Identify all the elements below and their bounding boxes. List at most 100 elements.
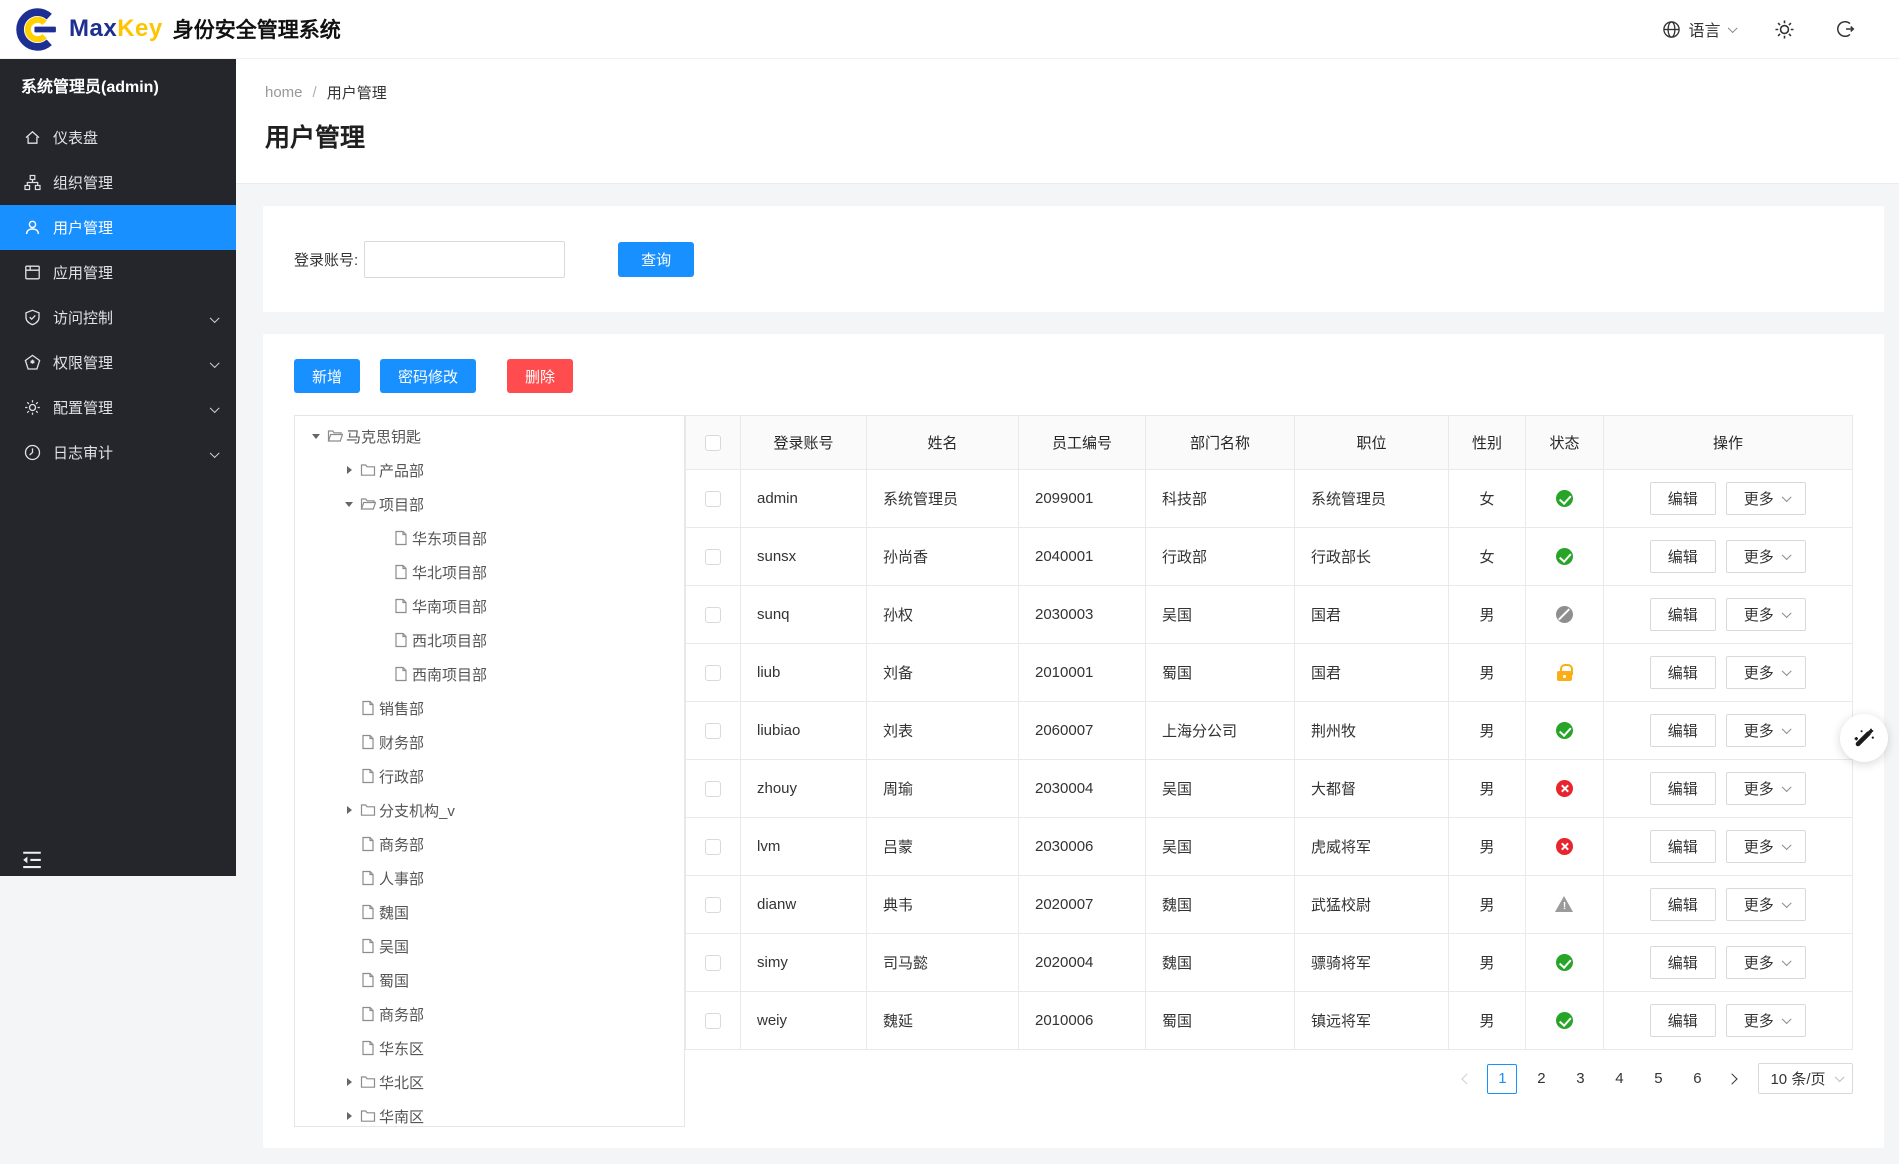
- tree-node[interactable]: 商务部: [295, 827, 684, 861]
- cell-name: 周瑜: [866, 759, 1019, 818]
- more-button[interactable]: 更多: [1725, 772, 1807, 805]
- logout-icon[interactable]: [1835, 19, 1855, 39]
- sidebar-item-audit[interactable]: 日志审计: [0, 430, 236, 475]
- row-select-cell: [685, 759, 741, 818]
- sidebar-item-org[interactable]: 组织管理: [0, 160, 236, 205]
- edit-button[interactable]: 编辑: [1649, 482, 1716, 515]
- sidebar-item-access[interactable]: 访问控制: [0, 295, 236, 340]
- add-button[interactable]: 新增: [294, 359, 361, 393]
- sidebar-item-dashboard[interactable]: 仪表盘: [0, 115, 236, 160]
- page-2-button[interactable]: 2: [1526, 1064, 1556, 1094]
- row-select-cell: [685, 817, 741, 876]
- page-5-button[interactable]: 5: [1643, 1064, 1673, 1094]
- change-password-button[interactable]: 密码修改: [380, 359, 477, 393]
- tree-node[interactable]: 销售部: [295, 691, 684, 725]
- page-3-button[interactable]: 3: [1565, 1064, 1595, 1094]
- folder-icon: [360, 1108, 376, 1124]
- caret-right-icon[interactable]: [338, 806, 360, 814]
- language-selector[interactable]: 语言: [1662, 17, 1737, 41]
- tree-node[interactable]: 财务部: [295, 725, 684, 759]
- more-button[interactable]: 更多: [1725, 482, 1807, 515]
- magic-wand-fab-button[interactable]: [1840, 714, 1888, 762]
- edit-button[interactable]: 编辑: [1649, 1004, 1716, 1037]
- page-4-button[interactable]: 4: [1604, 1064, 1634, 1094]
- caret-right-icon[interactable]: [338, 466, 360, 474]
- file-icon: [360, 700, 376, 716]
- login-account-input[interactable]: [364, 240, 566, 278]
- tree-node[interactable]: 人事部: [295, 861, 684, 895]
- tree-node[interactable]: 华东项目部: [295, 521, 684, 555]
- select-all-checkbox[interactable]: [705, 435, 721, 452]
- caret-down-icon[interactable]: [305, 433, 327, 439]
- more-button[interactable]: 更多: [1725, 540, 1807, 573]
- page-size-select[interactable]: 10 条/页: [1758, 1063, 1853, 1094]
- edit-button[interactable]: 编辑: [1649, 772, 1716, 805]
- more-button[interactable]: 更多: [1725, 656, 1807, 689]
- breadcrumb-home-link[interactable]: home: [265, 84, 303, 101]
- caret-right-icon[interactable]: [338, 1112, 360, 1120]
- row-checkbox[interactable]: [705, 839, 721, 856]
- tree-node[interactable]: 行政部: [295, 759, 684, 793]
- row-checkbox[interactable]: [705, 665, 721, 682]
- pentagon-icon: [24, 354, 41, 371]
- more-button[interactable]: 更多: [1725, 714, 1807, 747]
- folder-icon: [360, 1074, 376, 1090]
- row-checkbox[interactable]: [705, 781, 721, 798]
- tree-node[interactable]: 华北项目部: [295, 555, 684, 589]
- edit-button[interactable]: 编辑: [1649, 830, 1716, 863]
- cell-gender: 男: [1448, 643, 1526, 702]
- edit-button[interactable]: 编辑: [1649, 598, 1716, 631]
- tree-node[interactable]: 吴国: [295, 929, 684, 963]
- cell-employee-no: 2020004: [1018, 933, 1146, 992]
- tree-node[interactable]: 马克思钥匙: [295, 419, 684, 453]
- collapse-sidebar-button[interactable]: [21, 850, 43, 870]
- more-button[interactable]: 更多: [1725, 1004, 1807, 1037]
- sidebar-item-users[interactable]: 用户管理: [0, 205, 236, 250]
- more-button[interactable]: 更多: [1725, 888, 1807, 921]
- row-checkbox[interactable]: [705, 607, 721, 624]
- row-checkbox[interactable]: [705, 491, 721, 508]
- tree-node[interactable]: 项目部: [295, 487, 684, 521]
- tree-node[interactable]: 产品部: [295, 453, 684, 487]
- tree-node[interactable]: 魏国: [295, 895, 684, 929]
- tree-node[interactable]: 华东区: [295, 1031, 684, 1065]
- tree-node[interactable]: 蜀国: [295, 963, 684, 997]
- row-checkbox[interactable]: [705, 549, 721, 566]
- tree-node[interactable]: 华南项目部: [295, 589, 684, 623]
- chevron-down-icon: [1781, 724, 1792, 734]
- page-1-button[interactable]: 1: [1487, 1063, 1518, 1094]
- row-checkbox[interactable]: [705, 723, 721, 740]
- tree-node[interactable]: 商务部: [295, 997, 684, 1031]
- sidebar-item-config[interactable]: 配置管理: [0, 385, 236, 430]
- next-page-button[interactable]: [1721, 1072, 1743, 1085]
- row-checkbox[interactable]: [705, 1013, 721, 1030]
- settings-gear-button[interactable]: [1774, 19, 1795, 40]
- delete-button[interactable]: 删除: [507, 359, 574, 393]
- caret-down-icon[interactable]: [338, 501, 360, 507]
- more-button[interactable]: 更多: [1725, 598, 1807, 631]
- tree-node[interactable]: 西北项目部: [295, 623, 684, 657]
- prev-page-button[interactable]: [1456, 1072, 1478, 1085]
- edit-button[interactable]: 编辑: [1649, 888, 1716, 921]
- edit-button[interactable]: 编辑: [1649, 540, 1716, 573]
- edit-button[interactable]: 编辑: [1649, 946, 1716, 979]
- app-title: 身份安全管理系统: [172, 19, 341, 42]
- row-checkbox[interactable]: [705, 955, 721, 972]
- tree-node[interactable]: 西南项目部: [295, 657, 684, 691]
- tree-node[interactable]: 分支机构_v: [295, 793, 684, 827]
- edit-button[interactable]: 编辑: [1649, 656, 1716, 689]
- more-button[interactable]: 更多: [1725, 946, 1807, 979]
- sidebar-item-apps[interactable]: 应用管理: [0, 250, 236, 295]
- row-checkbox[interactable]: [705, 897, 721, 914]
- more-button[interactable]: 更多: [1725, 830, 1807, 863]
- check-circle-icon: [1556, 954, 1573, 972]
- edit-button[interactable]: 编辑: [1649, 714, 1716, 747]
- tree-node[interactable]: 华北区: [295, 1065, 684, 1099]
- sidebar-item-permissions[interactable]: 权限管理: [0, 340, 236, 385]
- tree-node[interactable]: 华南区: [295, 1099, 684, 1126]
- file-icon: [360, 972, 376, 988]
- cell-department: 蜀国: [1145, 991, 1295, 1050]
- caret-right-icon[interactable]: [338, 1078, 360, 1086]
- query-button[interactable]: 查询: [618, 241, 695, 277]
- page-6-button[interactable]: 6: [1682, 1064, 1712, 1094]
